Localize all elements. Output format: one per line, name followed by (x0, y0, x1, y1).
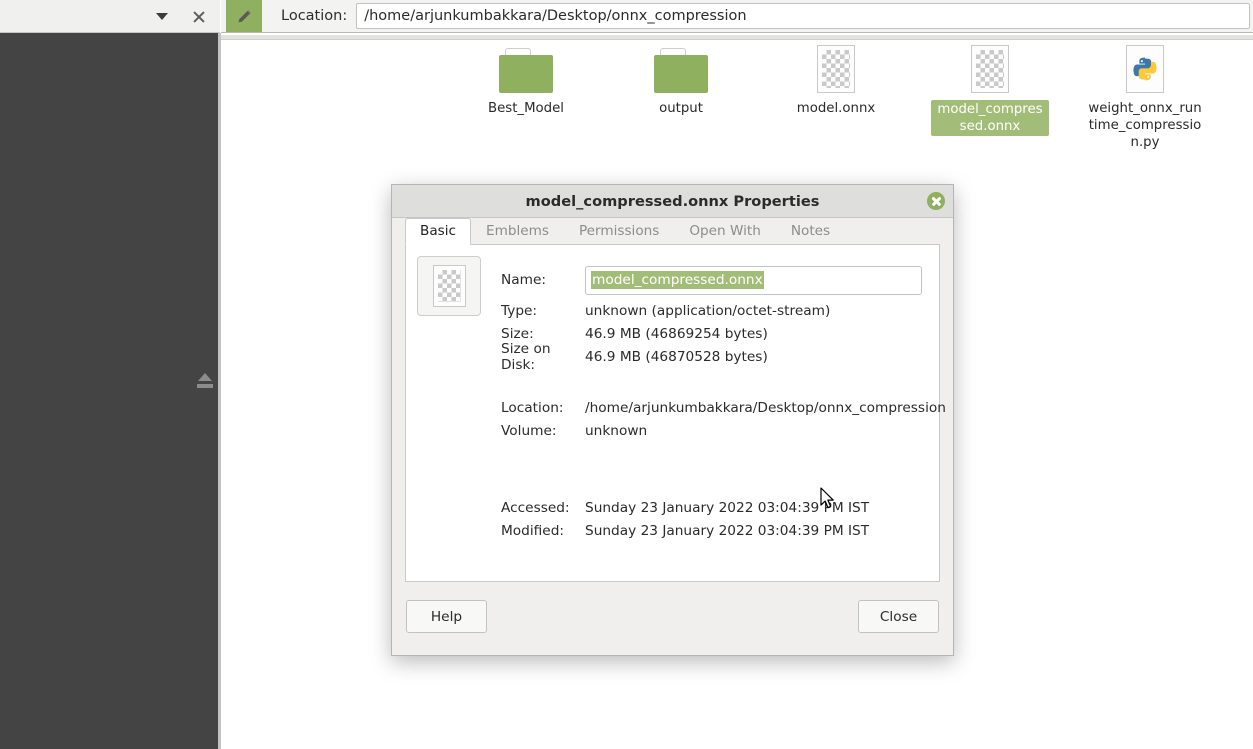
binary-file-icon (960, 41, 1020, 93)
left-panel-titlebar (0, 0, 220, 33)
tab-open-with[interactable]: Open With (674, 218, 776, 244)
file-label: output (659, 101, 703, 116)
properties-dialog: model_compressed.onnx Properties Basic E… (391, 184, 954, 656)
location-label: Location: (501, 399, 564, 416)
accessed-label: Accessed: (501, 499, 570, 516)
dialog-close-icon[interactable] (927, 192, 945, 210)
location-value: /home/arjunkumbakkara/Desktop/onnx_compr… (585, 399, 946, 416)
file-item-python-script[interactable]: weight_onnx_runtime_compression.py (1070, 41, 1220, 151)
file-thumbnail (417, 256, 481, 316)
file-label: weight_onnx_runtime_compression.py (1088, 101, 1202, 150)
size-on-disk-label: Size on Disk: (501, 340, 551, 373)
close-icon[interactable] (180, 0, 216, 33)
property-row-location: Location: /home/arjunkumbakkara/Desktop/… (501, 396, 946, 419)
name-input-value: model_compressed.onnx (591, 271, 764, 289)
file-label: model.onnx (796, 101, 876, 116)
name-label: Name: (501, 272, 546, 288)
python-logo-icon (1133, 57, 1157, 81)
close-button[interactable]: Close (858, 600, 939, 633)
location-input[interactable] (356, 3, 1251, 29)
binary-file-icon (806, 41, 866, 93)
file-item-best-model[interactable]: Best_Model (451, 41, 601, 117)
python-file-icon (1115, 41, 1175, 93)
property-row-name: Name: model_compressed.onnx (501, 261, 941, 299)
modified-value: Sunday 23 January 2022 03:04:39 PM IST (585, 522, 870, 539)
accessed-value: Sunday 23 January 2022 03:04:39 PM IST (585, 499, 870, 516)
file-item-output[interactable]: output (606, 41, 756, 117)
file-label: Best_Model (487, 101, 564, 116)
tab-notes[interactable]: Notes (776, 218, 845, 244)
property-list: Name: model_compressed.onnx Type: unknow… (501, 261, 946, 542)
modified-label: Modified: (501, 522, 565, 539)
size-on-disk-value: 46.9 MB (46870528 bytes) (585, 348, 768, 365)
size-value: 46.9 MB (46869254 bytes) (585, 325, 768, 342)
tab-emblems[interactable]: Emblems (471, 218, 564, 244)
dialog-footer: Help Close (392, 589, 953, 655)
type-label: Type: (501, 302, 538, 319)
volume-label: Volume: (501, 422, 557, 439)
dialog-titlebar: model_compressed.onnx Properties (392, 185, 953, 218)
pencil-icon (238, 9, 251, 22)
chevron-down-icon[interactable] (144, 0, 180, 33)
folder-icon (651, 41, 711, 93)
folder-icon (496, 41, 556, 93)
file-icon-grid: Best_Model output model.onnx model_compr… (221, 41, 1253, 151)
file-item-model-onnx[interactable]: model.onnx (761, 41, 911, 117)
screen: Location: Best_Model (0, 0, 1253, 749)
property-row-modified: Modified: Sunday 23 January 2022 03:04:3… (501, 519, 941, 542)
tab-panel-basic: Name: model_compressed.onnx Type: unknow… (405, 244, 946, 582)
edit-location-button[interactable] (226, 0, 262, 32)
location-label: Location: (281, 8, 348, 24)
left-panel-body (0, 33, 218, 749)
file-item-model-compressed-onnx[interactable]: model_compressed.onnx (915, 41, 1065, 136)
volume-value: unknown (585, 422, 648, 439)
dialog-title: model_compressed.onnx Properties (525, 192, 820, 210)
dialog-tabbar: Basic Emblems Permissions Open With Note… (392, 218, 953, 245)
file-manager-toolbar: Location: (221, 0, 1253, 33)
left-panel (0, 0, 221, 749)
property-row-accessed: Accessed: Sunday 23 January 2022 03:04:3… (501, 496, 941, 519)
property-row-size-on-disk: Size on Disk: 46.9 MB (46870528 bytes) (501, 341, 941, 373)
eject-icon[interactable] (196, 373, 214, 390)
tab-basic[interactable]: Basic (405, 218, 471, 245)
size-label: Size: (501, 325, 534, 342)
file-label-selected: model_compressed.onnx (931, 100, 1049, 136)
toolbar-separator (221, 35, 1253, 40)
property-row-volume: Volume: unknown (501, 419, 941, 442)
property-row-type: Type: unknown (application/octet-stream) (501, 299, 941, 322)
help-button[interactable]: Help (406, 600, 487, 633)
tab-permissions[interactable]: Permissions (564, 218, 674, 244)
name-input[interactable]: model_compressed.onnx (585, 265, 922, 295)
type-value: unknown (application/octet-stream) (585, 302, 831, 319)
